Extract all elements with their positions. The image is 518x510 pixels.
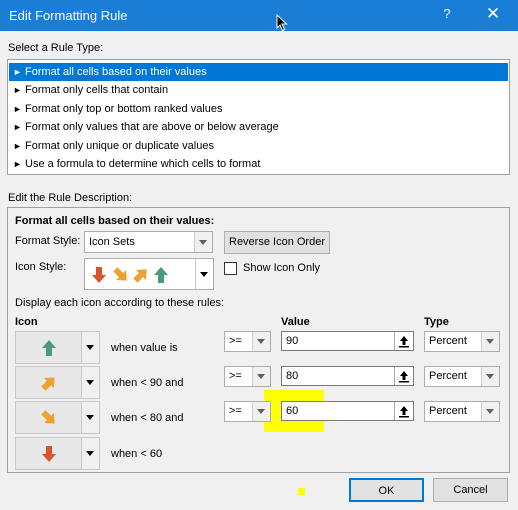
arrow-up-green-icon	[42, 340, 56, 356]
arrow-down-red-icon	[42, 446, 56, 462]
icon-style-select[interactable]	[84, 258, 214, 290]
type-select-3[interactable]: Percent	[424, 401, 500, 422]
rule-type-item[interactable]: ► Format only unique or duplicate values	[9, 137, 508, 155]
chevron-down-icon[interactable]	[81, 367, 99, 398]
mouse-cursor-icon	[276, 14, 288, 32]
arrow-down-right-orange-icon	[113, 267, 127, 281]
icon-select-2[interactable]	[15, 366, 100, 399]
rule-description-label: Edit the Rule Description:	[8, 192, 133, 204]
rule-type-item[interactable]: ► Format only cells that contain	[9, 81, 508, 99]
chevron-down-icon[interactable]	[252, 367, 270, 386]
rule-type-item[interactable]: ► Format only top or bottom ranked values	[9, 100, 508, 118]
operator-select-1[interactable]: >=	[224, 331, 271, 352]
value-column-header: Value	[281, 316, 310, 328]
arrow-down-right-orange-icon	[41, 410, 55, 424]
chevron-down-icon[interactable]	[481, 367, 499, 386]
format-style-select[interactable]: Icon Sets	[84, 231, 213, 253]
rule-condition-4: when < 60	[111, 448, 163, 460]
rule-type-item[interactable]: ► Use a formula to determine which cells …	[9, 155, 508, 173]
icon-style-label: Icon Style:	[15, 261, 67, 273]
icon-select-4[interactable]	[15, 437, 100, 470]
help-button[interactable]: ?	[436, 6, 458, 26]
rule-condition-1: when value is	[111, 342, 178, 354]
arrow-right-icon: ►	[13, 141, 22, 151]
description-heading: Format all cells based on their values:	[15, 215, 215, 227]
show-icon-only-label: Show Icon Only	[243, 262, 321, 274]
show-icon-only-checkbox[interactable]	[224, 262, 237, 275]
icon-select-3[interactable]	[15, 401, 100, 434]
arrow-up-right-orange-icon	[133, 269, 147, 283]
chevron-down-icon[interactable]	[252, 332, 270, 351]
chevron-down-icon[interactable]	[194, 232, 212, 252]
icon-column-header: Icon	[15, 316, 38, 328]
operator-select-2[interactable]: >=	[224, 366, 271, 387]
type-select-2[interactable]: Percent	[424, 366, 500, 387]
format-style-label: Format Style:	[15, 235, 81, 247]
type-column-header: Type	[424, 316, 449, 328]
value-input-1[interactable]: 90	[281, 331, 414, 351]
range-select-icon[interactable]	[394, 332, 413, 350]
operator-select-3[interactable]: >=	[224, 401, 271, 422]
cancel-button[interactable]: Cancel	[433, 478, 508, 502]
arrow-down-red-icon	[92, 267, 106, 283]
arrow-right-icon: ►	[13, 159, 22, 169]
rule-condition-3: when < 80 and	[111, 412, 184, 424]
chevron-down-icon[interactable]	[81, 332, 99, 363]
chevron-down-icon[interactable]	[252, 402, 270, 421]
icon-select-1[interactable]	[15, 331, 100, 364]
ok-button[interactable]: OK	[349, 478, 424, 502]
chevron-down-icon[interactable]	[195, 259, 213, 289]
arrow-right-icon: ►	[13, 67, 22, 77]
arrow-right-icon: ►	[13, 104, 22, 114]
close-button[interactable]: ✕	[480, 4, 506, 26]
value-input-3[interactable]: 60	[281, 401, 414, 421]
reverse-icon-order-button[interactable]: Reverse Icon Order	[224, 231, 330, 254]
range-select-icon[interactable]	[394, 402, 413, 420]
range-select-icon[interactable]	[394, 367, 413, 385]
arrow-up-green-icon	[154, 267, 168, 283]
chevron-down-icon[interactable]	[481, 402, 499, 421]
highlight-dot	[298, 488, 305, 495]
arrow-up-right-orange-icon	[41, 377, 55, 391]
rule-type-list[interactable]: ► Format all cells based on their values …	[7, 59, 510, 175]
chevron-down-icon[interactable]	[81, 438, 99, 469]
chevron-down-icon[interactable]	[481, 332, 499, 351]
type-select-1[interactable]: Percent	[424, 331, 500, 352]
rule-type-item[interactable]: ► Format only values that are above or be…	[9, 118, 508, 136]
arrow-right-icon: ►	[13, 85, 22, 95]
window-title: Edit Formatting Rule	[9, 8, 128, 23]
arrow-right-icon: ►	[13, 122, 22, 132]
rule-condition-2: when < 90 and	[111, 377, 184, 389]
chevron-down-icon[interactable]	[81, 402, 99, 433]
value-input-2[interactable]: 80	[281, 366, 414, 386]
rules-caption: Display each icon according to these rul…	[15, 297, 225, 309]
rule-type-item[interactable]: ► Format all cells based on their values	[9, 63, 508, 81]
rule-type-label: Select a Rule Type:	[8, 42, 104, 54]
title-bar: Edit Formatting Rule ? ✕	[0, 0, 518, 31]
